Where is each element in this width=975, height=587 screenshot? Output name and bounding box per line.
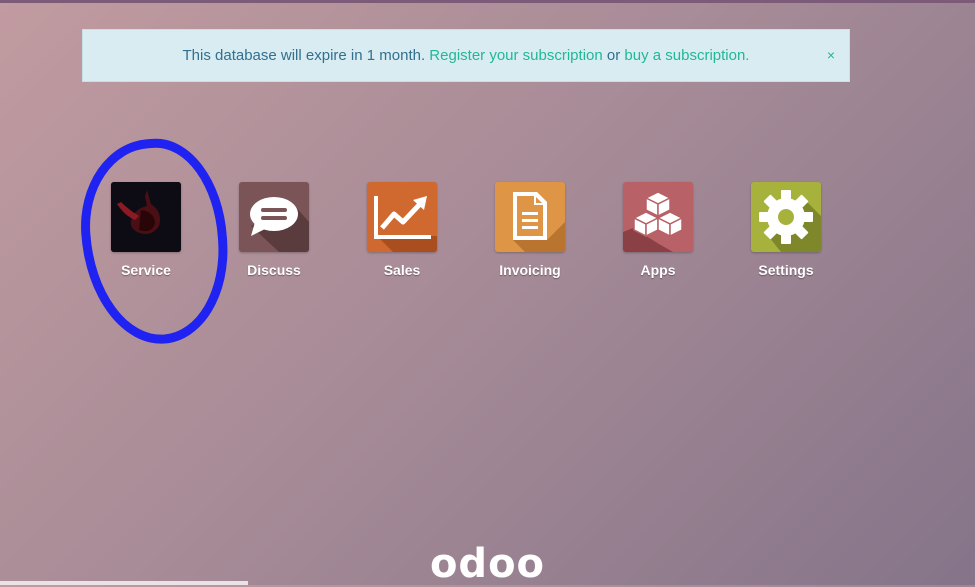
notice-text-middle: or: [602, 47, 625, 64]
app-invoicing[interactable]: Invoicing: [470, 182, 590, 278]
bottom-bar: [0, 581, 248, 585]
trend-chart-icon[interactable]: [367, 182, 437, 252]
close-icon[interactable]: ×: [827, 47, 835, 63]
service-icon[interactable]: [111, 182, 181, 252]
register-subscription-link[interactable]: Register your subscription: [429, 47, 602, 64]
app-label: Invoicing: [499, 262, 561, 278]
cubes-icon[interactable]: [623, 182, 693, 252]
app-discuss[interactable]: Discuss: [214, 182, 334, 278]
top-border: [0, 0, 975, 3]
gear-icon[interactable]: [751, 182, 821, 252]
app-label: Apps: [640, 262, 676, 278]
app-service[interactable]: Service: [86, 182, 206, 278]
notice-text: This database will expire in 1 month.: [182, 47, 430, 64]
app-label: Sales: [383, 262, 421, 278]
document-icon[interactable]: [495, 182, 565, 252]
chat-bubble-icon[interactable]: [239, 182, 309, 252]
expiration-notice: This database will expire in 1 month. Re…: [82, 29, 850, 82]
app-label: Settings: [758, 262, 814, 278]
app-apps[interactable]: Apps: [598, 182, 718, 278]
app-sales[interactable]: Sales: [342, 182, 462, 278]
app-label: Discuss: [247, 262, 301, 278]
buy-subscription-link[interactable]: buy a subscription.: [624, 47, 749, 64]
notice-message: This database will expire in 1 month. Re…: [83, 47, 849, 64]
app-label: Service: [121, 262, 171, 278]
app-settings[interactable]: Settings: [726, 182, 846, 278]
